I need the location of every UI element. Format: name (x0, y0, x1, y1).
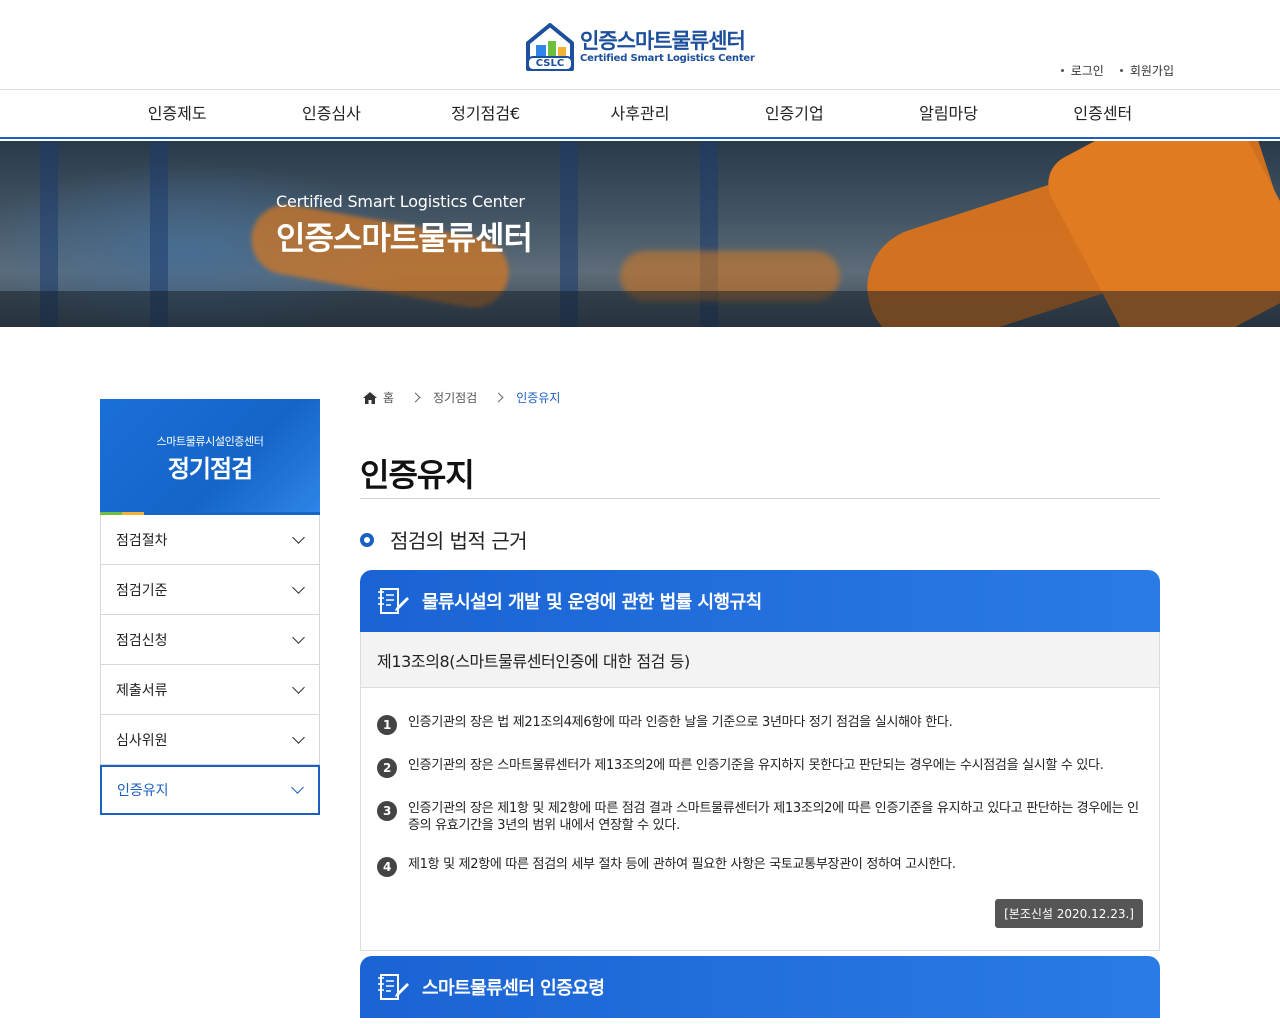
breadcrumb-current: 인증유지 (516, 391, 561, 405)
sidebar-color-bar (100, 512, 320, 515)
list-item-text: 인증기관의 장은 스마트물류센터가 제13조의2에 따른 인증기준을 유지하지 … (408, 758, 1104, 773)
list-item: 3 인증기관의 장은 제1항 및 제2항에 따른 점검 결과 스마트물류센터가 … (377, 800, 1143, 834)
list-item: 1 인증기관의 장은 법 제21조의4제6항에 따라 인증한 날을 기준으로 3… (377, 714, 1143, 735)
gnb-item-regular-inspection[interactable]: 정기점검€ (409, 91, 563, 137)
main-navigation: 인증제도 인증심사 정기점검€ 사후관리 인증기업 알림마당 인증센터 (0, 91, 1280, 139)
title-divider (360, 498, 1160, 499)
sidebar-title: 정기점검 (167, 455, 253, 483)
sidebar-item-label: 제출서류 (116, 682, 168, 699)
logo-badge-text: CSLC (535, 58, 565, 69)
law-box-enforcement-rules: 물류시설의 개발 및 운영에 관한 법률 시행규칙 제13조의8(스마트물류센터… (360, 570, 1160, 951)
hero-subtitle: Certified Smart Logistics Center (276, 192, 525, 211)
chevron-down-icon (291, 781, 304, 794)
sidebar-item-documents[interactable]: 제출서류 (100, 665, 320, 715)
logo-house-icon: CSLC (524, 21, 576, 73)
document-pen-icon (378, 974, 409, 1000)
sidebar-item-label: 점검기준 (116, 582, 168, 599)
bullet-circle-icon (360, 532, 374, 547)
site-logo[interactable]: CSLC 인증스마트물류센터 Certified Smart Logistics… (524, 20, 760, 74)
sidebar-eyebrow: 스마트물류시설인증센터 (156, 435, 264, 448)
sidebar-header: 스마트물류시설인증센터 정기점검 (100, 399, 320, 515)
list-item-text: 인증기관의 장은 법 제21조의4제6항에 따라 인증한 날을 기준으로 3년마… (408, 715, 953, 730)
gnb-item-notices[interactable]: 알림마당 (871, 91, 1025, 137)
gnb-item-certification-center[interactable]: 인증센터 (1026, 91, 1180, 137)
logo-subtitle: Certified Smart Logistics Center (580, 53, 755, 64)
hero-banner: Certified Smart Logistics Center 인증스마트물류… (0, 141, 1280, 327)
number-badge: 1 (377, 715, 397, 735)
sidebar-item-criteria[interactable]: 점검기준 (100, 565, 320, 615)
enactment-badge: [본조신설 2020.12.23.] (995, 899, 1143, 928)
gnb-item-post-management[interactable]: 사후관리 (563, 91, 717, 137)
list-item-text: 제1항 및 제2항에 따른 점검의 세부 절차 등에 관하여 필요한 사항은 국… (408, 857, 956, 872)
gnb-item-certification-review[interactable]: 인증심사 (254, 91, 408, 137)
sidebar-item-label: 심사위원 (116, 732, 168, 749)
document-pen-icon (378, 588, 409, 614)
sidebar-item-label: 점검절차 (116, 532, 168, 549)
chevron-right-icon (410, 392, 421, 403)
sidebar-item-label: 점검신청 (116, 632, 168, 649)
chevron-down-icon (292, 630, 305, 644)
sidebar-item-reviewers[interactable]: 심사위원 (100, 715, 320, 765)
logo-title: 인증스마트물류센터 (580, 29, 746, 53)
home-icon[interactable] (362, 391, 378, 405)
signup-link[interactable]: 회원가입 (1120, 62, 1174, 79)
list-item: 4 제1항 및 제2항에 따른 점검의 세부 절차 등에 관하여 필요한 사항은… (377, 856, 1143, 877)
login-link[interactable]: 로그인 (1061, 62, 1104, 79)
number-badge: 4 (377, 857, 397, 877)
law-box-certification-guideline: 스마트물류센터 인증요령 (360, 956, 1160, 1018)
chevron-down-icon (292, 580, 305, 594)
list-item-text: 인증기관의 장은 제1항 및 제2항에 따른 점검 결과 스마트물류센터가 제1… (408, 801, 1139, 833)
breadcrumb: 홈 정기점검 인증유지 (362, 389, 560, 406)
law-article-body: 1 인증기관의 장은 법 제21조의4제6항에 따라 인증한 날을 기준으로 3… (360, 688, 1160, 951)
hero-title: 인증스마트물류센터 (276, 219, 533, 257)
list-item: 2 인증기관의 장은 스마트물류센터가 제13조의2에 따른 인증기준을 유지하… (377, 757, 1143, 778)
sidebar-item-label: 인증유지 (117, 783, 169, 799)
law-box-header: 물류시설의 개발 및 운영에 관한 법률 시행규칙 (360, 570, 1160, 632)
section-title: 점검의 법적 근거 (360, 525, 528, 554)
section-title-text: 점검의 법적 근거 (390, 529, 528, 553)
law-box-title: 스마트물류센터 인증요령 (422, 978, 605, 999)
number-badge: 2 (377, 758, 397, 778)
law-box-title: 물류시설의 개발 및 운영에 관한 법률 시행규칙 (422, 592, 762, 613)
top-header: CSLC 인증스마트물류센터 Certified Smart Logistics… (0, 0, 1280, 90)
gnb-item-certification-system[interactable]: 인증제도 (100, 91, 254, 137)
gnb-item-certified-companies[interactable]: 인증기업 (717, 91, 871, 137)
sidebar-item-procedure[interactable]: 점검절차 (100, 515, 320, 565)
breadcrumb-home[interactable]: 홈 (383, 389, 394, 406)
chevron-down-icon (292, 730, 305, 744)
chevron-down-icon (292, 680, 305, 694)
breadcrumb-parent[interactable]: 정기점검 (433, 389, 477, 406)
sidebar-item-maintenance[interactable]: 인증유지 (100, 765, 320, 815)
number-badge: 3 (377, 801, 397, 821)
sidebar: 스마트물류시설인증센터 정기점검 점검절차 점검기준 점검신청 제출서류 심사위… (100, 399, 320, 815)
page-title: 인증유지 (360, 456, 475, 494)
sidebar-item-application[interactable]: 점검신청 (100, 615, 320, 665)
chevron-right-icon (493, 392, 504, 403)
chevron-down-icon (292, 530, 305, 544)
law-box-header: 스마트물류센터 인증요령 (360, 956, 1160, 1018)
law-article-title: 제13조의8(스마트물류센터인증에 대한 점검 등) (360, 632, 1160, 688)
utility-links: 로그인 회원가입 (1061, 62, 1174, 79)
